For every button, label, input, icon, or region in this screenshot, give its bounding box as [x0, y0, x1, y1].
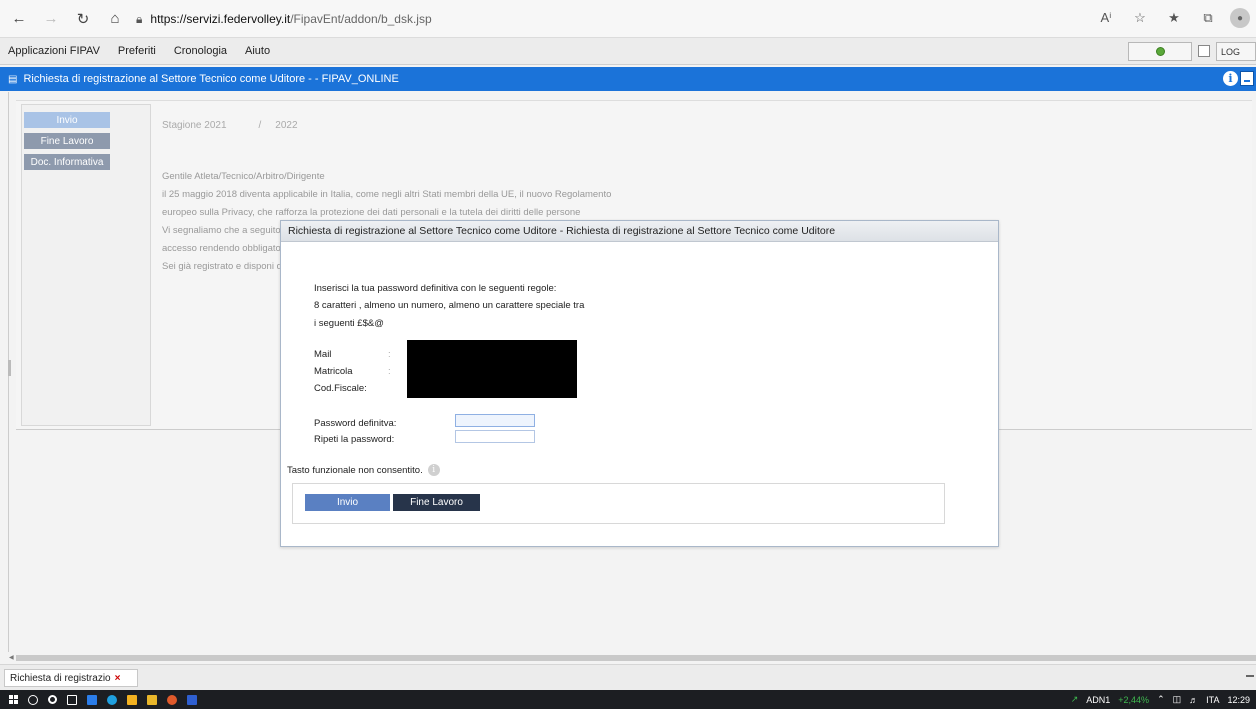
- home-icon[interactable]: ⌂: [102, 6, 128, 32]
- url-host: https://servizi.federvolley.it: [150, 12, 291, 26]
- read-aloud-icon[interactable]: Aⁱ: [1094, 6, 1118, 30]
- privacy-text-line: europeo sulla Privacy, che rafforza la p…: [162, 207, 581, 218]
- menu-aiuto[interactable]: Aiuto: [237, 45, 280, 57]
- window-title: Richiesta di registrazione al Settore Te…: [23, 73, 399, 85]
- windows-start-icon[interactable]: [9, 695, 18, 704]
- season-separator: /: [258, 120, 262, 131]
- collections-icon[interactable]: ⧉: [1196, 6, 1220, 30]
- clock[interactable]: 12:29: [1227, 695, 1250, 705]
- tab-label: Richiesta di registrazio: [10, 672, 111, 684]
- profile-avatar-icon[interactable]: ●: [1230, 8, 1250, 28]
- info-icon[interactable]: i: [427, 464, 440, 476]
- privacy-text-line: il 25 maggio 2018 diventa applicabile in…: [162, 189, 612, 200]
- season-end: 2022: [275, 120, 298, 131]
- word-icon[interactable]: [187, 694, 197, 705]
- forward-arrow-icon[interactable]: →: [38, 6, 64, 32]
- function-key-note: Tasto funzionale non consentito. i: [287, 464, 440, 476]
- window-tab-strip: Richiesta di registrazio ×: [0, 664, 1256, 690]
- privacy-text-line: accesso rendendo obbligatoria: [162, 243, 292, 254]
- instruction-line: 8 caratteri , almeno un numero, almeno u…: [314, 300, 585, 311]
- privacy-text-line: Sei già registrato e disponi dell: [162, 261, 292, 272]
- menu-preferiti[interactable]: Preferiti: [110, 45, 166, 57]
- note-text: Tasto funzionale non consentito.: [287, 464, 423, 476]
- sidebar-doc-informativa-button[interactable]: Doc. Informativa: [24, 154, 110, 170]
- tab-richiesta[interactable]: Richiesta di registrazio ×: [4, 669, 138, 687]
- repeat-password-input[interactable]: [455, 430, 535, 443]
- url-path: /FipavEnt/addon/b_dsk.jsp: [290, 12, 432, 26]
- password-label: Password definitva:: [314, 418, 397, 429]
- privacy-text-line: Gentile Atleta/Tecnico/Arbitro/Dirigente: [162, 171, 325, 182]
- codfiscale-label: Cod.Fiscale:: [314, 383, 367, 394]
- network-icon[interactable]: ◫: [1173, 694, 1182, 705]
- chevron-up-icon[interactable]: ⌃: [1157, 694, 1165, 705]
- address-bar[interactable]: 🔒︎ https://servizi.federvolley.it/FipavE…: [136, 7, 1036, 31]
- stock-trend-icon: ↗: [1070, 694, 1079, 704]
- task-view-icon[interactable]: [67, 694, 77, 705]
- mail-colon: :: [388, 349, 391, 360]
- volume-icon[interactable]: ♬: [1189, 695, 1198, 705]
- file-explorer-icon[interactable]: [127, 694, 137, 705]
- menu-checkbox[interactable]: [1198, 45, 1210, 57]
- matricola-label: Matricola: [314, 366, 353, 377]
- splitter-handle[interactable]: [8, 360, 11, 376]
- horizontal-scrollbar[interactable]: [16, 655, 1256, 661]
- green-status-icon: [1155, 47, 1165, 56]
- app-menu-bar: Applicazioni FIPAV Preferiti Cronologia …: [0, 38, 1256, 65]
- menu-cronologia[interactable]: Cronologia: [166, 45, 237, 57]
- privacy-text-line: Vi segnaliamo che a seguito di: [162, 225, 291, 236]
- browser-toolbar: ← → ↻ ⌂ 🔒︎ https://servizi.federvolley.i…: [0, 0, 1256, 38]
- edge-browser-icon[interactable]: [107, 694, 117, 705]
- reload-icon[interactable]: ↻: [70, 6, 96, 32]
- sidebar-invio-button[interactable]: Invio: [24, 112, 110, 128]
- window-title-bar: ▤ Richiesta di registrazione al Settore …: [0, 67, 1256, 91]
- add-favorite-icon[interactable]: ☆: [1128, 6, 1152, 30]
- info-icon[interactable]: i: [1223, 71, 1238, 86]
- menu-applicazioni[interactable]: Applicazioni FIPAV: [0, 45, 110, 57]
- instruction-line: Inserisci la tua password definitiva con…: [314, 283, 557, 294]
- windows-taskbar: ↗ ADN1 +2,44% ⌃ ◫ ♬ ITA 12:29: [0, 690, 1256, 709]
- modal-title-bar[interactable]: Richiesta di registrazione al Settore Te…: [281, 221, 998, 242]
- instruction-line: i seguenti £$&@: [314, 318, 384, 329]
- stock-change: +2,44%: [1118, 694, 1150, 705]
- modal-title: Richiesta di registrazione al Settore Te…: [288, 225, 836, 237]
- app-icon[interactable]: [167, 694, 177, 705]
- app-icon[interactable]: [147, 694, 157, 705]
- favorites-icon[interactable]: ★: [1162, 6, 1186, 30]
- registration-modal: Richiesta di registrazione al Settore Te…: [280, 220, 999, 547]
- browser-tools: Aⁱ ☆ ★ ⧉ ●: [1094, 6, 1250, 30]
- season-start: Stagione 2021: [162, 120, 227, 131]
- close-icon[interactable]: ×: [115, 673, 121, 684]
- repeat-password-label: Ripeti la password:: [314, 434, 395, 445]
- password-input[interactable]: [455, 414, 535, 427]
- season-selector: Stagione 2021 / 2022: [162, 120, 298, 131]
- lock-icon: 🔒︎: [136, 11, 143, 26]
- minimize-tab-icon[interactable]: [1246, 675, 1254, 677]
- sidebar-fine-lavoro-button[interactable]: Fine Lavoro: [24, 133, 110, 149]
- menu-right-controls: LOG: [1128, 42, 1256, 61]
- status-button[interactable]: [1128, 42, 1192, 61]
- modal-button-bar: Invio Fine Lavoro: [292, 483, 945, 524]
- matricola-colon: :: [388, 366, 391, 377]
- language-indicator[interactable]: ITA: [1206, 695, 1219, 705]
- sidebar-panel: [21, 104, 151, 426]
- cortana-icon[interactable]: [48, 695, 57, 704]
- stock-ticker[interactable]: ADN1: [1086, 695, 1110, 705]
- fine-lavoro-button[interactable]: Fine Lavoro: [393, 494, 480, 511]
- app-icon[interactable]: [87, 694, 97, 705]
- minimize-icon[interactable]: [1240, 71, 1254, 86]
- system-tray: ↗ ADN1 +2,44% ⌃ ◫ ♬ ITA 12:29: [1071, 690, 1250, 709]
- document-icon: ▤: [8, 73, 18, 85]
- logout-button[interactable]: LOG: [1216, 42, 1256, 61]
- redacted-personal-data: [407, 340, 577, 398]
- mail-label: Mail: [314, 349, 332, 360]
- invio-button[interactable]: Invio: [305, 494, 390, 511]
- search-icon[interactable]: [28, 694, 38, 705]
- back-arrow-icon[interactable]: ←: [6, 6, 32, 32]
